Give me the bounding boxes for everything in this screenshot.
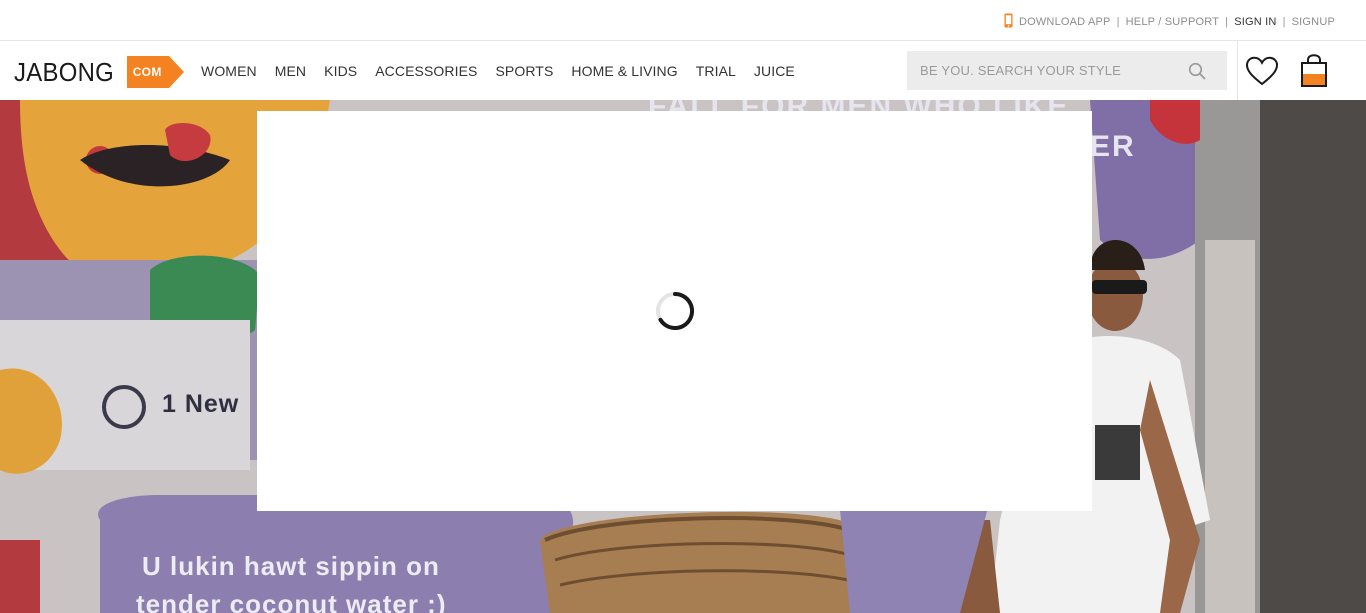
- search-input[interactable]: [907, 51, 1177, 90]
- logo-wordmark: JABONG: [14, 56, 115, 87]
- nav-item-sports[interactable]: SPORTS: [495, 63, 553, 79]
- nav-item-juice[interactable]: JUICE: [754, 63, 795, 79]
- utility-links: DOWNLOAD APP | HELP / SUPPORT | SIGN IN …: [1004, 13, 1335, 31]
- sign-in-link[interactable]: SIGN IN: [1234, 16, 1276, 28]
- shopping-bag-icon[interactable]: [1300, 54, 1328, 93]
- search-box: [907, 51, 1227, 90]
- nav-item-kids[interactable]: KIDS: [324, 63, 357, 79]
- logo-com-badge: COM: [126, 56, 184, 88]
- loading-spinner-icon: [654, 290, 696, 332]
- logo-badge-text: COM: [132, 65, 162, 79]
- hero-wall-text-line-2: tender coconut water :): [136, 589, 447, 613]
- loading-modal: [257, 111, 1092, 511]
- download-app-link[interactable]: DOWNLOAD APP: [1019, 16, 1111, 28]
- nav-item-home-living[interactable]: HOME & LIVING: [571, 63, 677, 79]
- jabong-logo[interactable]: JABONG COM: [14, 55, 184, 89]
- heart-icon[interactable]: [1245, 56, 1279, 91]
- top-utility-bar: DOWNLOAD APP | HELP / SUPPORT | SIGN IN …: [0, 0, 1366, 41]
- hero-wall-text-line-1: U lukin hawt sippin on: [142, 551, 440, 581]
- nav-item-women[interactable]: WOMEN: [201, 63, 257, 79]
- signup-link[interactable]: SIGNUP: [1292, 16, 1335, 28]
- nav-item-trial[interactable]: TRIAL: [696, 63, 736, 79]
- header-divider: [1237, 41, 1238, 100]
- help-support-link[interactable]: HELP / SUPPORT: [1126, 16, 1219, 28]
- hero-wall-text-new: 1 New: [162, 390, 240, 418]
- separator: |: [1225, 16, 1229, 28]
- main-nav: WOMEN MEN KIDS ACCESSORIES SPORTS HOME &…: [201, 63, 813, 79]
- main-header: JABONG COM WOMEN MEN KIDS ACCESSORIES SP…: [0, 41, 1366, 100]
- phone-icon[interactable]: [1004, 13, 1013, 31]
- separator: |: [1282, 16, 1286, 28]
- nav-item-accessories[interactable]: ACCESSORIES: [375, 63, 477, 79]
- separator: |: [1116, 16, 1120, 28]
- hero-wall-text-top-2: ER: [1090, 130, 1136, 163]
- search-icon[interactable]: [1188, 62, 1206, 85]
- nav-item-men[interactable]: MEN: [275, 63, 306, 79]
